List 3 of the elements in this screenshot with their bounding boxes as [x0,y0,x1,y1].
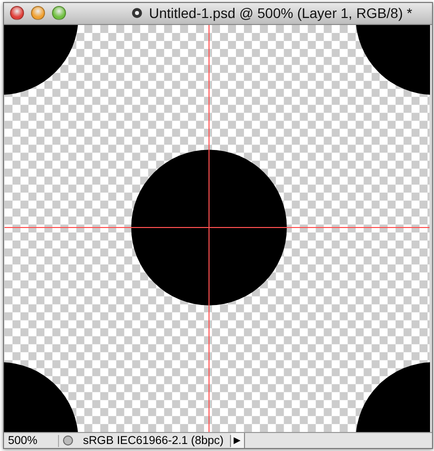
window-title: Untitled-1.psd @ 500% (Layer 1, RGB/8) * [149,5,412,22]
status-menu-button[interactable]: ▶ [230,433,245,448]
zoom-level[interactable]: 500% [4,434,59,446]
